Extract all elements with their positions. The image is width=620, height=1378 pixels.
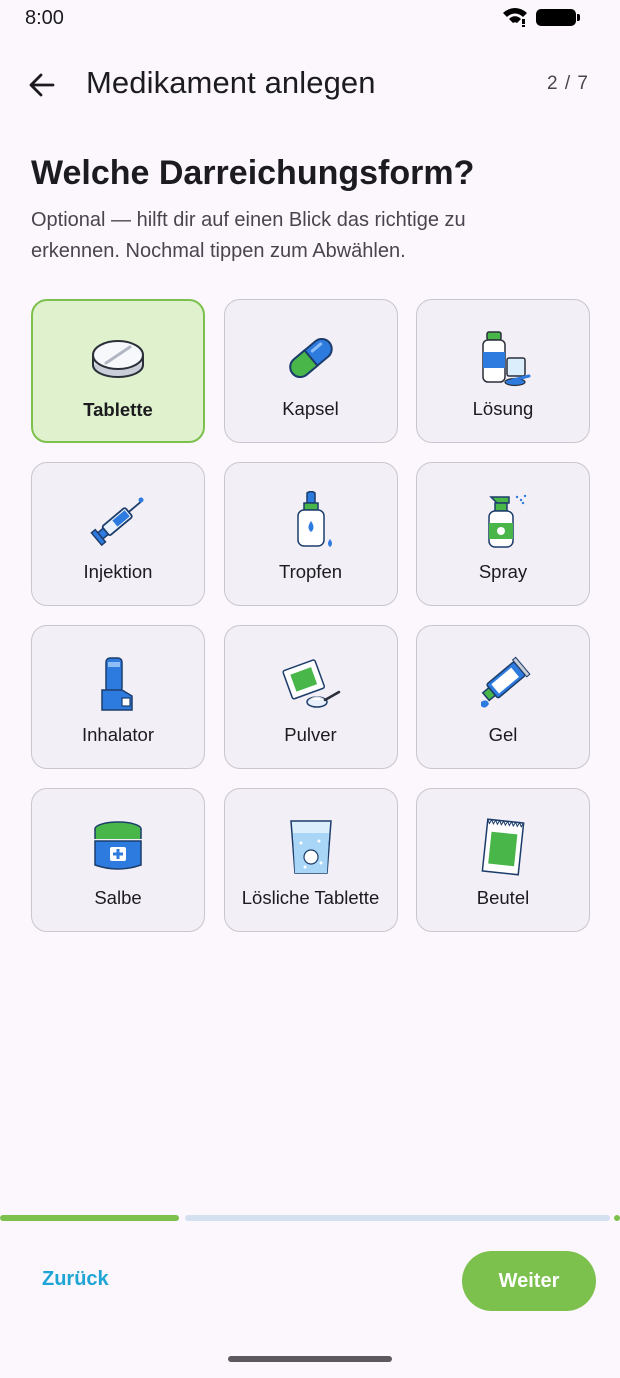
- app-bar: Medikament anlegen 2 / 7: [0, 55, 620, 115]
- powder-icon: [281, 659, 340, 708]
- form-label: Beutel: [476, 887, 530, 908]
- battery-icon: [536, 9, 580, 26]
- spray-bottle-icon: [488, 494, 527, 548]
- dropper-bottle-icon: [296, 491, 332, 547]
- capsule-icon: [288, 338, 333, 378]
- form-tile-tropfen[interactable]: Tropfen: [223, 462, 398, 606]
- form-tile-tablette[interactable]: Tablette: [31, 299, 205, 443]
- form-label: Tropfen: [278, 561, 343, 582]
- form-tile-pulver[interactable]: Pulver: [223, 625, 398, 769]
- dosage-form-grid: Tablette Kapsel Lösung Injektion Tropfen…: [31, 299, 590, 932]
- home-indicator[interactable]: [228, 1356, 392, 1362]
- form-label: Tablette: [83, 399, 153, 420]
- question-heading: Welche Darreichungsform?: [31, 154, 475, 192]
- sachet-icon: [481, 818, 525, 876]
- form-label: Pulver: [284, 724, 337, 745]
- next-button[interactable]: Weiter: [462, 1251, 596, 1311]
- arrow-left-icon: [29, 73, 55, 97]
- form-label: Lösung: [472, 398, 534, 419]
- gel-tube-icon: [481, 656, 531, 708]
- inhaler-icon: [101, 657, 133, 711]
- question-subtitle: Optional — hilft dir auf einen Blick das…: [31, 209, 466, 262]
- tablet-icon: [92, 340, 144, 378]
- step-indicator: 2 / 7: [547, 73, 589, 94]
- status-time: 8:00: [25, 7, 64, 29]
- back-button[interactable]: Zurück: [42, 1268, 109, 1291]
- status-bar: 8:00: [0, 0, 620, 38]
- form-label: Salbe: [94, 887, 142, 908]
- step-progress-bar: [0, 1215, 620, 1221]
- wifi-icon: [503, 8, 527, 27]
- form-tile-loesung[interactable]: Lösung: [416, 299, 590, 443]
- form-label: Inhalator: [82, 724, 154, 745]
- form-tile-beutel[interactable]: Beutel: [416, 788, 590, 932]
- effervescent-glass-icon: [289, 820, 332, 874]
- ointment-jar-icon: [94, 821, 142, 870]
- form-tile-gel[interactable]: Gel: [416, 625, 590, 769]
- progress-fill: [0, 1215, 179, 1221]
- progress-track: [185, 1215, 610, 1221]
- form-label: Lösliche Tablette: [241, 887, 380, 908]
- form-label: Injektion: [83, 561, 153, 582]
- form-tile-inhalator[interactable]: Inhalator: [31, 625, 205, 769]
- form-tile-spray[interactable]: Spray: [416, 462, 590, 606]
- form-label: Kapsel: [282, 398, 339, 419]
- solution-icon: [482, 331, 531, 387]
- form-label: Gel: [488, 724, 518, 745]
- form-tile-injektion[interactable]: Injektion: [31, 462, 205, 606]
- page-title: Medikament anlegen: [86, 65, 376, 100]
- form-tile-kapsel[interactable]: Kapsel: [223, 299, 398, 443]
- progress-end-dot: [614, 1215, 620, 1221]
- form-label: Spray: [478, 561, 528, 582]
- syringe-icon: [90, 497, 144, 547]
- form-tile-salbe[interactable]: Salbe: [31, 788, 205, 932]
- form-tile-loesliche-tablette[interactable]: Lösliche Tablette: [223, 788, 398, 932]
- back-arrow-button[interactable]: [22, 65, 62, 105]
